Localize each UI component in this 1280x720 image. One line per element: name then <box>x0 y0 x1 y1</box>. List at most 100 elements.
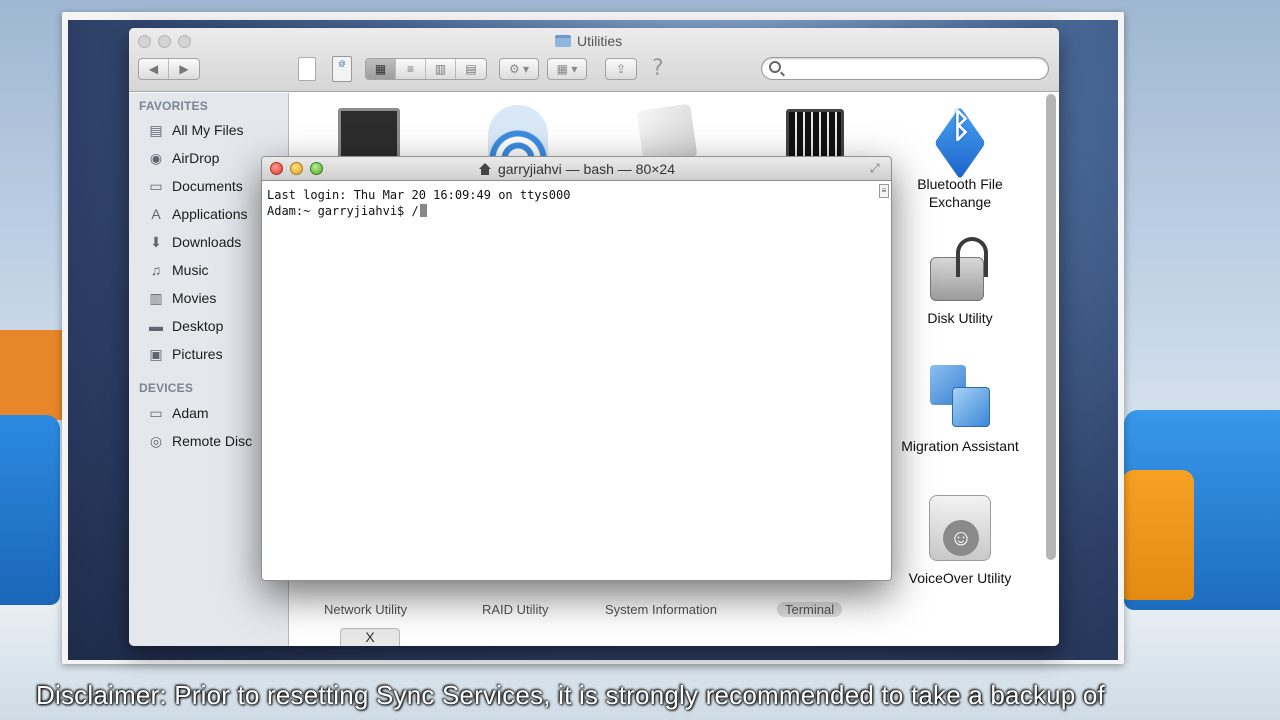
background-sofa <box>0 415 60 605</box>
arrange-button[interactable]: ▦ ▾ <box>547 58 587 80</box>
disk-utility-icon <box>928 235 992 303</box>
all-files-icon: ▤ <box>149 121 163 138</box>
movies-icon: ▥ <box>149 289 163 306</box>
list-view-button[interactable]: ≡ <box>396 59 426 79</box>
airdrop-icon: ◉ <box>149 149 163 166</box>
document-icon[interactable] <box>298 57 316 81</box>
sidebar-item-label: Movies <box>172 290 217 306</box>
sidebar-item-label: Pictures <box>172 346 223 362</box>
terminal-title: garryjiahvi — bash — 80×24 <box>262 161 891 177</box>
audio-midi-setup-tile[interactable] <box>786 109 844 161</box>
network-utility-label[interactable]: Network Utility <box>324 602 407 617</box>
finder-scrollbar[interactable] <box>1046 94 1056 560</box>
app-label: Bluetooth File Exchange <box>917 176 1003 210</box>
sidebar-item-applications[interactable]: A Applications <box>147 203 248 225</box>
coverflow-view-button[interactable]: ▤ <box>456 59 486 79</box>
airport-utility-tile[interactable] <box>488 105 548 159</box>
forward-button[interactable]: ▶ <box>169 59 199 79</box>
minimize-button[interactable] <box>158 35 171 48</box>
sidebar-item-desktop[interactable]: ▬ Desktop <box>147 315 223 337</box>
sidebar-item-label: Remote Disc <box>172 433 253 449</box>
terminal-titlebar[interactable]: garryjiahvi — bash — 80×24 ⤢ <box>262 157 891 181</box>
terminal-prompt: Adam:~ garryjiahvi$ / <box>267 204 419 218</box>
disk-utility-tile[interactable]: Disk Utility <box>905 235 1015 327</box>
sidebar-item-airdrop[interactable]: ◉ AirDrop <box>147 147 220 169</box>
home-icon <box>478 162 492 176</box>
disclaimer-caption: Disclaimer: Prior to resetting Sync Serv… <box>36 680 1105 710</box>
bluetooth-icon: ᛒ <box>929 106 991 180</box>
raid-utility-label[interactable]: RAID Utility <box>482 602 548 617</box>
pictures-icon: ▣ <box>149 345 163 362</box>
audio-midi-setup-icon <box>786 109 844 161</box>
voiceover-utility-tile[interactable]: ☺ VoiceOver Utility <box>890 495 1030 587</box>
devices-heading: DEVICES <box>139 381 194 395</box>
search-input[interactable] <box>761 57 1049 80</box>
background-sofa <box>0 330 70 420</box>
sidebar-item-remote-disc[interactable]: ◎ Remote Disc <box>147 430 252 452</box>
sidebar-item-label: Desktop <box>172 318 224 334</box>
back-forward-buttons: ◀ ▶ <box>138 58 200 80</box>
column-view-button[interactable]: ▥ <box>426 59 456 79</box>
text-cursor <box>419 204 427 217</box>
applications-icon: A <box>151 206 161 222</box>
voiceover-utility-icon: ☺ <box>929 495 991 561</box>
share-button[interactable]: ⇪ <box>605 58 637 80</box>
terminal-window: garryjiahvi — bash — 80×24 ⤢ ≡ Last logi… <box>261 156 892 581</box>
x11-icon: X <box>340 628 400 646</box>
desktop-icon: ▬ <box>149 318 163 334</box>
zoom-button[interactable] <box>178 35 191 48</box>
sidebar-item-pictures[interactable]: ▣ Pictures <box>147 343 223 365</box>
sidebar-item-all-my-files[interactable]: ▤ All My Files <box>147 119 244 141</box>
application-icon[interactable]: @ <box>332 56 352 82</box>
sidebar-item-label: AirDrop <box>172 150 220 166</box>
finder-toolbar: Utilities ◀ ▶ @ ▦ ≡ ▥ ▤ ⚙ ▾ ▦ ▾ ⇪ ? <box>129 28 1059 92</box>
bluetooth-file-exchange-tile[interactable]: ᛒ Bluetooth File Exchange <box>905 106 1015 211</box>
app-label: Migration Assistant <box>901 438 1019 454</box>
system-information-label[interactable]: System Information <box>605 602 717 617</box>
documents-icon: ▭ <box>149 177 163 194</box>
icon-view-button[interactable]: ▦ <box>366 59 396 79</box>
app-label: VoiceOver Utility <box>908 570 1012 586</box>
hard-drive-icon: ▭ <box>149 404 163 421</box>
background-sofa <box>1122 470 1194 600</box>
window-title-text: Utilities <box>577 33 623 49</box>
fullscreen-icon[interactable]: ⤢ <box>870 162 883 175</box>
folder-icon <box>555 35 571 47</box>
sidebar-item-label: Documents <box>172 178 243 194</box>
sidebar-item-label: Music <box>172 262 209 278</box>
activity-monitor-tile[interactable] <box>338 108 400 160</box>
sidebar-item-adam[interactable]: ▭ Adam <box>147 402 209 424</box>
app-label: Disk Utility <box>927 310 993 326</box>
terminal-title-text: garryjiahvi — bash — 80×24 <box>497 161 676 177</box>
back-button[interactable]: ◀ <box>139 59 169 79</box>
view-mode-buttons: ▦ ≡ ▥ ▤ <box>365 58 487 80</box>
sidebar-item-label: Adam <box>172 405 209 421</box>
sidebar-item-label: Downloads <box>172 234 242 250</box>
migration-assistant-tile[interactable]: Migration Assistant <box>880 363 1040 455</box>
sidebar-item-label: Applications <box>172 206 248 222</box>
terminal-label[interactable]: Terminal <box>777 602 843 617</box>
close-button[interactable] <box>138 35 151 48</box>
terminal-scroll-indicator[interactable]: ≡ <box>879 184 889 198</box>
terminal-prompt-line[interactable]: Adam:~ garryjiahvi$ / <box>267 203 570 219</box>
search-icon <box>769 61 781 73</box>
airport-utility-icon <box>488 105 548 159</box>
favorites-heading: FAVORITES <box>139 99 208 113</box>
help-icon[interactable]: ? <box>652 56 664 81</box>
sidebar-item-label: All My Files <box>172 122 244 138</box>
terminal-line: Last login: Thu Mar 20 16:09:49 on ttys0… <box>267 188 571 202</box>
activity-monitor-icon <box>338 108 400 160</box>
sidebar-item-music[interactable]: ♫ Music <box>147 259 209 281</box>
remote-disc-icon: ◎ <box>149 432 163 449</box>
migration-assistant-icon <box>928 363 992 429</box>
terminal-output[interactable]: Last login: Thu Mar 20 16:09:49 on ttys0… <box>267 187 570 219</box>
sidebar-item-movies[interactable]: ▥ Movies <box>147 287 216 309</box>
sidebar-item-downloads[interactable]: ⬇ Downloads <box>147 231 241 253</box>
sidebar-item-documents[interactable]: ▭ Documents <box>147 175 243 197</box>
window-title: Utilities <box>555 33 622 49</box>
x11-tile[interactable]: X <box>340 628 400 646</box>
music-icon: ♫ <box>150 262 162 278</box>
applescript-editor-tile[interactable] <box>636 103 698 165</box>
action-gear-button[interactable]: ⚙ ▾ <box>499 58 539 80</box>
downloads-icon: ⬇ <box>150 233 162 250</box>
